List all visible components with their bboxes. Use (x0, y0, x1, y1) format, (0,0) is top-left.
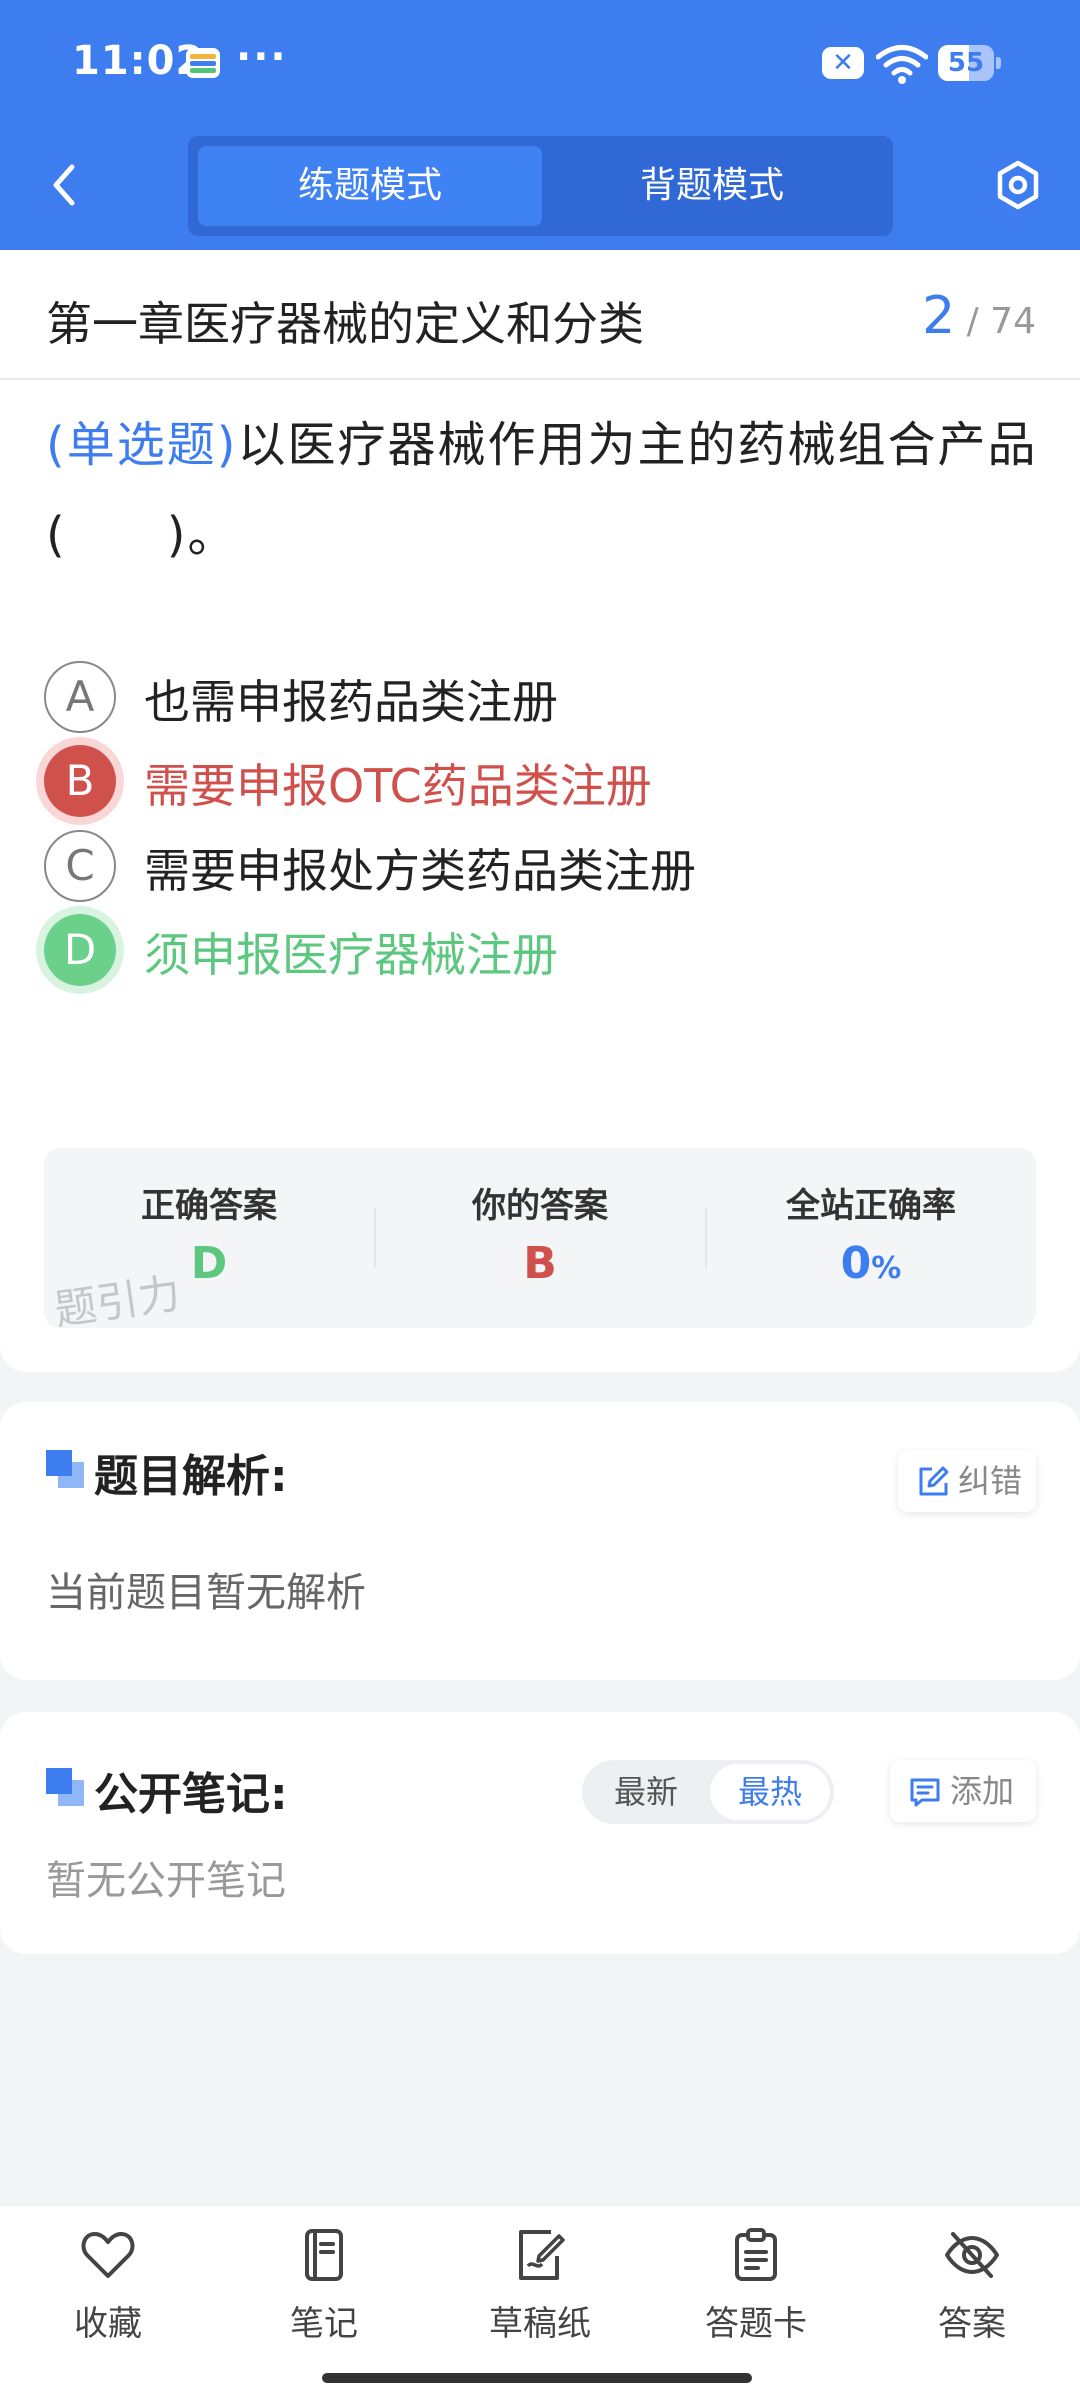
option-letter: B (44, 745, 116, 817)
wallet-app-icon (186, 48, 220, 78)
nav-label: 答题卡 (705, 2304, 807, 2344)
current-question-number: 2 (922, 286, 956, 346)
question-card: 第一章医疗器械的定义和分类 2 / 74 (单选题)以医疗器械作用为主的药械组合… (0, 250, 1080, 1372)
explanation-title: 题目解析: (94, 1451, 288, 1502)
header: 11:02 ··· ✕ 55 练题模式 背题模式 (0, 0, 1080, 250)
report-error-label: 纠错 (958, 1462, 1023, 1500)
option-d[interactable]: D 须申报医疗器械注册 (44, 909, 1044, 989)
comment-icon (910, 1778, 940, 1807)
question-type: (单选题) (46, 417, 238, 473)
option-text: 需要申报处方类药品类注册 (144, 844, 696, 898)
sort-hot[interactable]: 最热 (710, 1764, 830, 1820)
heart-icon (81, 2232, 135, 2278)
nav-show-answer[interactable]: 答案 (882, 2226, 1062, 2366)
section-icon (46, 1768, 84, 1806)
accuracy-value: 0% (840, 1238, 902, 1289)
report-error-button[interactable]: 纠错 (898, 1450, 1036, 1512)
draft-pen-icon (519, 2230, 565, 2280)
more-notifications-icon: ··· (236, 34, 288, 80)
nav-notes[interactable]: 笔记 (234, 2226, 414, 2366)
accuracy-stat: 全站正确率 0% (706, 1148, 1036, 1328)
eye-off-icon (945, 2232, 999, 2278)
your-answer-value: B (523, 1238, 557, 1289)
nav-scratch-paper[interactable]: 草稿纸 (450, 2226, 630, 2366)
nav-favorite[interactable]: 收藏 (18, 2226, 198, 2366)
sort-latest[interactable]: 最新 (586, 1764, 706, 1820)
back-arrow-icon[interactable] (40, 155, 90, 215)
nav-answer-sheet[interactable]: 答题卡 (666, 2226, 846, 2366)
tab-memorize-mode[interactable]: 背题模式 (540, 146, 884, 226)
option-text: 须申报医疗器械注册 (144, 928, 558, 982)
mode-switch: 练题模式 背题模式 (188, 136, 893, 236)
status-bar: 11:02 ··· ✕ 55 (0, 0, 1080, 125)
section-icon (46, 1450, 84, 1488)
clipboard-icon (735, 2228, 777, 2281)
add-note-label: 添加 (950, 1772, 1015, 1810)
notes-sort-toggle: 最新 最热 (582, 1760, 834, 1824)
battery-icon: 55 (938, 45, 1001, 81)
correct-answer-label: 正确答案 (141, 1186, 277, 1226)
answer-stats: 正确答案 D 你的答案 B 全站正确率 0% 题引力 (44, 1148, 1036, 1335)
battery-level: 55 (947, 48, 985, 78)
public-notes-body: 暂无公开笔记 (46, 1858, 286, 1904)
chapter-row: 第一章医疗器械的定义和分类 2 / 74 (0, 250, 1080, 380)
settings-icon[interactable] (990, 155, 1046, 215)
option-text: 也需申报药品类注册 (144, 675, 558, 729)
nav-label: 笔记 (290, 2304, 358, 2344)
option-a[interactable]: A 也需申报药品类注册 (44, 656, 1044, 736)
your-answer-label: 你的答案 (472, 1186, 608, 1226)
notebook-icon (305, 2229, 343, 2281)
public-notes-card: 公开笔记: 最新 最热 添加 暂无公开笔记 (0, 1712, 1080, 1954)
option-letter: C (44, 830, 116, 902)
wifi-icon (876, 45, 928, 84)
nav-label: 草稿纸 (489, 2304, 591, 2344)
question-stem: (单选题)以医疗器械作用为主的药械组合产品( )。 (46, 400, 1046, 580)
option-letter: A (44, 661, 116, 733)
home-indicator[interactable] (322, 2373, 752, 2383)
add-note-button[interactable]: 添加 (890, 1760, 1036, 1822)
nav-label: 答案 (938, 2304, 1006, 2344)
chapter-title: 第一章医疗器械的定义和分类 (46, 297, 644, 351)
edit-icon (919, 1466, 949, 1496)
option-c[interactable]: C 需要申报处方类药品类注册 (44, 825, 1044, 905)
nav-label: 收藏 (74, 2304, 142, 2344)
question-progress: 2 / 74 (922, 286, 1036, 346)
option-letter: D (44, 914, 116, 986)
option-b[interactable]: B 需要申报OTC药品类注册 (44, 740, 1044, 820)
explanation-body: 当前题目暂无解析 (46, 1570, 366, 1616)
accuracy-label: 全站正确率 (786, 1186, 956, 1226)
status-time: 11:02 (72, 38, 205, 84)
option-text: 需要申报OTC药品类注册 (144, 759, 652, 813)
explanation-card: 题目解析: 纠错 当前题目暂无解析 (0, 1402, 1080, 1680)
no-sim-icon: ✕ (822, 47, 864, 79)
total-questions: / 74 (966, 301, 1036, 342)
public-notes-title: 公开笔记: (94, 1769, 288, 1820)
tab-practice-mode[interactable]: 练题模式 (198, 146, 542, 226)
bottom-nav: 收藏 笔记 草稿纸 答题卡 答案 (0, 2205, 1080, 2400)
your-answer-stat: 你的答案 B (375, 1148, 705, 1328)
